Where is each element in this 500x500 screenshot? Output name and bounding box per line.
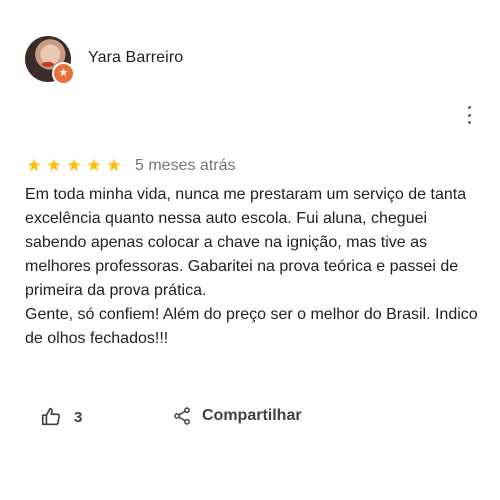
avatar-photo-detail: [42, 62, 54, 67]
star-icon: ★: [106, 156, 122, 175]
more-dot: [467, 113, 471, 117]
reviewer-name[interactable]: Yara Barreiro: [88, 49, 183, 67]
star-icon: ★: [46, 156, 62, 175]
share-icon: [174, 407, 190, 425]
local-guide-badge-icon: ★: [52, 62, 75, 85]
rating-row: ★ ★ ★ ★ ★ 5 meses atrás: [25, 156, 235, 176]
star-rating: ★ ★ ★ ★ ★: [25, 156, 123, 176]
star-icon: ★: [86, 156, 102, 175]
review-card: ★ Yara Barreiro ★ ★ ★ ★ ★ 5 meses atrás …: [0, 0, 500, 500]
review-date: 5 meses atrás: [135, 157, 236, 174]
more-dot: [467, 106, 471, 109]
more-dot: [467, 121, 471, 124]
review-actions: 3 Compartilhar: [40, 406, 302, 428]
star-icon: ★: [26, 156, 42, 175]
more-options-icon[interactable]: [464, 106, 474, 124]
like-button[interactable]: 3: [40, 406, 82, 428]
review-text: Em toda minha vida, nunca me prestaram u…: [25, 186, 478, 347]
star-icon: ★: [66, 156, 82, 175]
share-button[interactable]: Compartilhar: [172, 406, 302, 426]
share-label: Compartilhar: [202, 407, 302, 424]
like-count: 3: [74, 408, 83, 426]
thumbs-up-icon: [41, 407, 61, 426]
